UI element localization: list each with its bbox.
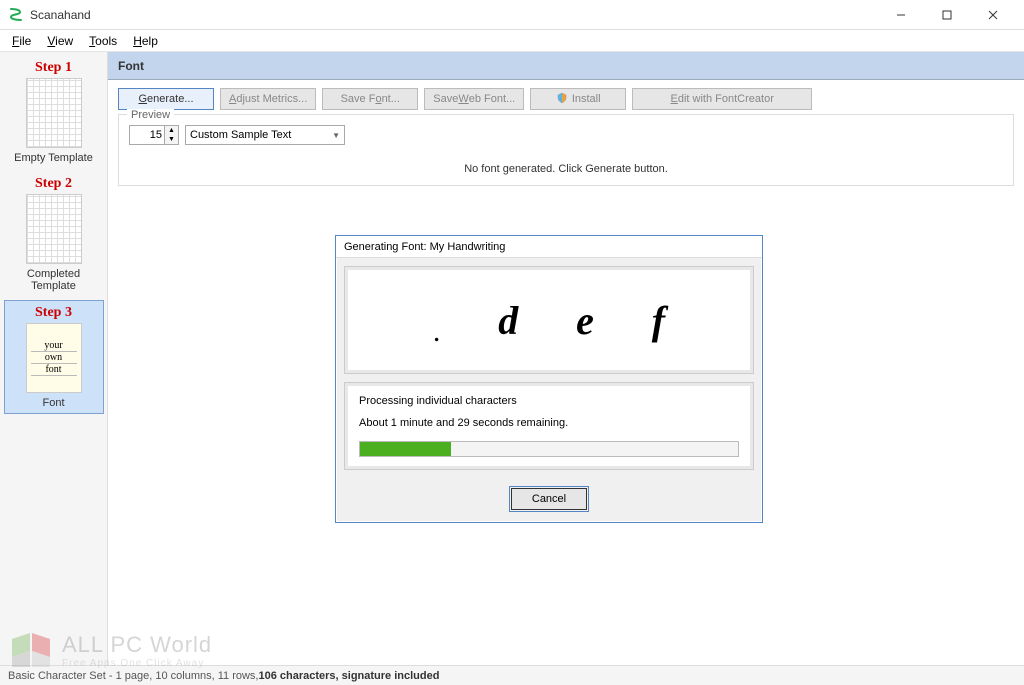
dialog-body: . d e f Processing individual characters… bbox=[336, 258, 762, 478]
font-size-input[interactable] bbox=[130, 129, 164, 141]
sidebar: Step 1 Empty Template Step 2 Completed T… bbox=[0, 52, 108, 665]
dialog-title: Generating Font: My Handwriting bbox=[336, 236, 762, 258]
preview-message: No font generated. Click Generate button… bbox=[129, 163, 1003, 175]
step-3-label: Font bbox=[9, 397, 99, 409]
sample-text-combo[interactable]: Custom Sample Text ▼ bbox=[185, 125, 345, 145]
install-button[interactable]: Install bbox=[530, 88, 626, 110]
generating-dialog: Generating Font: My Handwriting . d e f … bbox=[335, 235, 763, 523]
progress-status: Processing individual characters bbox=[359, 395, 739, 407]
menu-tools[interactable]: Tools bbox=[81, 32, 125, 50]
maximize-button[interactable] bbox=[924, 0, 970, 30]
character-preview: . d e f bbox=[344, 266, 754, 374]
progress-box: Processing individual characters About 1… bbox=[344, 382, 754, 470]
cancel-button[interactable]: Cancel bbox=[511, 488, 587, 510]
window-controls bbox=[878, 0, 1016, 30]
menu-help[interactable]: Help bbox=[125, 32, 166, 50]
progress-bar bbox=[359, 441, 739, 457]
glyph-dot: . bbox=[433, 315, 441, 373]
minimize-button[interactable] bbox=[878, 0, 924, 30]
sidebar-step-3[interactable]: Step 3 your own font Font bbox=[4, 300, 104, 414]
step-1-title: Step 1 bbox=[8, 60, 100, 76]
step-2-title: Step 2 bbox=[8, 176, 100, 192]
edit-fontcreator-button[interactable]: Edit with FontCreator bbox=[632, 88, 812, 110]
step-1-thumb bbox=[26, 78, 82, 148]
step-3-title: Step 3 bbox=[9, 305, 99, 321]
step-3-thumb: your own font bbox=[26, 323, 82, 393]
menu-file[interactable]: File bbox=[4, 32, 39, 50]
chevron-down-icon: ▼ bbox=[332, 131, 340, 140]
content-header: Font bbox=[108, 52, 1024, 80]
sidebar-step-2[interactable]: Step 2 Completed Template bbox=[4, 172, 104, 296]
titlebar: Scanahand bbox=[0, 0, 1024, 30]
glyph-d: d bbox=[498, 297, 518, 344]
statusbar-prefix: Basic Character Set - 1 page, 10 columns… bbox=[8, 670, 258, 682]
statusbar-bold: 106 characters, signature included bbox=[258, 670, 439, 682]
menu-bar: File View Tools Help bbox=[0, 30, 1024, 52]
font-size-spinner[interactable]: ▲ ▼ bbox=[129, 125, 179, 145]
glyph-f: f bbox=[652, 297, 665, 344]
app-icon bbox=[8, 7, 24, 23]
generate-button[interactable]: Generate... bbox=[118, 88, 214, 110]
close-button[interactable] bbox=[970, 0, 1016, 30]
save-font-button[interactable]: Save Font... bbox=[322, 88, 418, 110]
glyph-e: e bbox=[576, 297, 594, 344]
progress-fill bbox=[360, 442, 451, 456]
spinner-down-icon[interactable]: ▼ bbox=[164, 135, 178, 144]
step-2-thumb bbox=[26, 194, 82, 264]
dialog-footer: Cancel bbox=[336, 478, 762, 522]
sidebar-step-1[interactable]: Step 1 Empty Template bbox=[4, 56, 104, 168]
step-2-label: Completed Template bbox=[8, 268, 100, 292]
shield-icon bbox=[556, 92, 568, 107]
toolbar: Generate... Adjust Metrics... Save Font.… bbox=[108, 80, 1024, 114]
status-bar: Basic Character Set - 1 page, 10 columns… bbox=[0, 665, 1024, 685]
save-web-font-button[interactable]: Save Web Font... bbox=[424, 88, 524, 110]
preview-controls: ▲ ▼ Custom Sample Text ▼ bbox=[129, 125, 1003, 145]
preview-group: Preview ▲ ▼ Custom Sample Text ▼ No font… bbox=[118, 114, 1014, 186]
spinner-up-icon[interactable]: ▲ bbox=[164, 126, 178, 135]
progress-eta: About 1 minute and 29 seconds remaining. bbox=[359, 417, 739, 429]
sample-text-label: Custom Sample Text bbox=[190, 129, 291, 141]
preview-legend: Preview bbox=[127, 109, 174, 121]
adjust-metrics-button[interactable]: Adjust Metrics... bbox=[220, 88, 316, 110]
step-1-label: Empty Template bbox=[8, 152, 100, 164]
window-title: Scanahand bbox=[30, 8, 878, 22]
menu-view[interactable]: View bbox=[39, 32, 81, 50]
